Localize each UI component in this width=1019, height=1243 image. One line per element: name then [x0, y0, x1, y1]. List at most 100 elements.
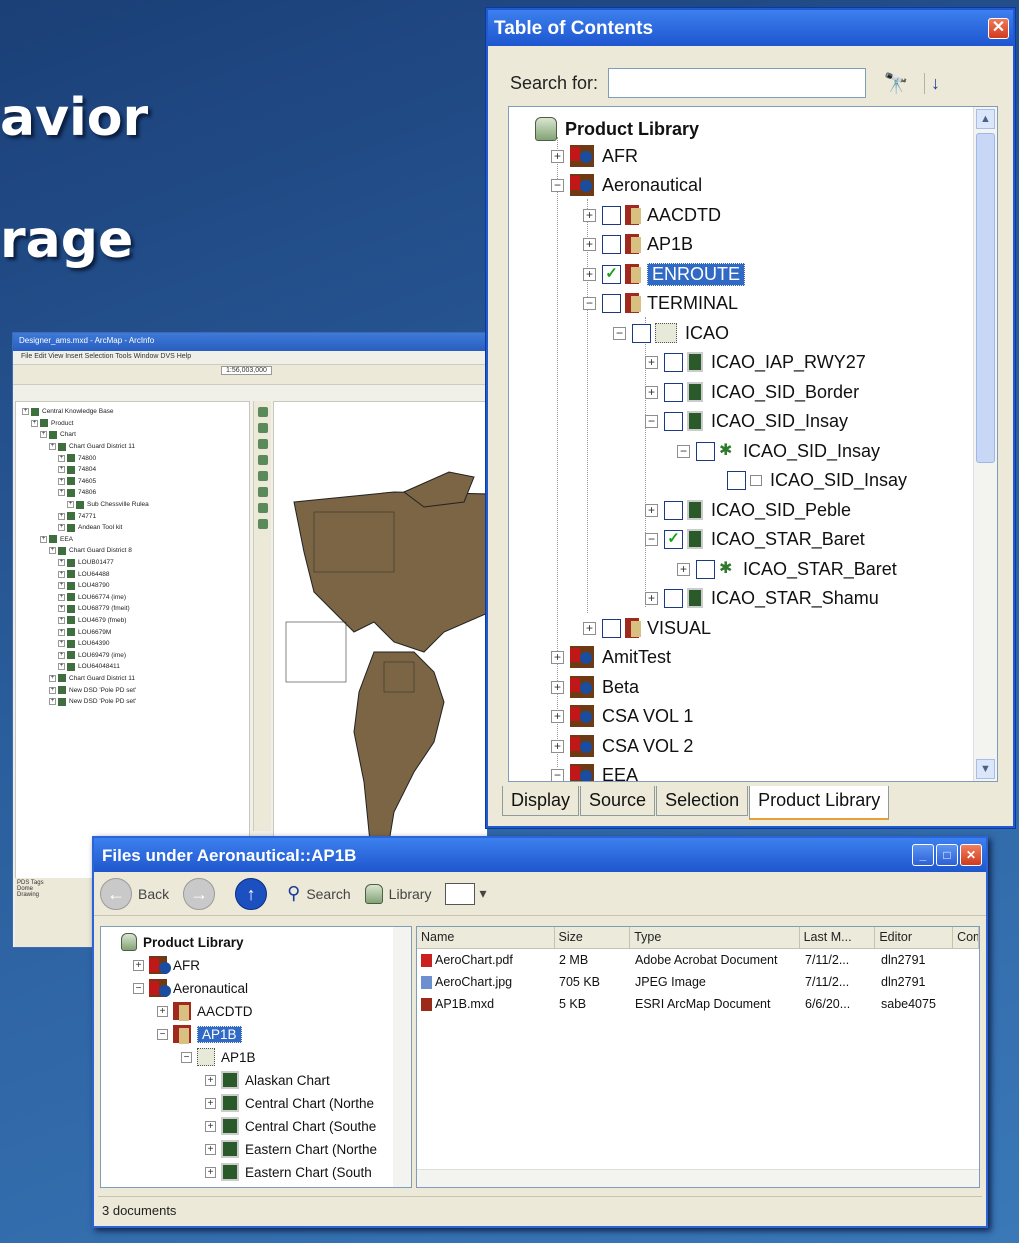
arcmap-tree-item[interactable]: + Chart Guard District 11 [22, 673, 249, 685]
tree-node-csa-vol-1[interactable]: + CSA VOL 1 [551, 702, 693, 730]
arcmap-tree-item[interactable]: + LOU69479 (ime) [22, 649, 249, 661]
files-tree-central-north[interactable]: + Central Chart (Northe [205, 1092, 374, 1114]
arcmap-tree-item[interactable]: + Chart [22, 429, 249, 441]
expand-icon[interactable]: + [58, 454, 65, 462]
tree-node-icao-sid-insay-sheet[interactable]: ICAO_SID_Insay [727, 466, 907, 494]
expand-icon[interactable]: + [133, 959, 144, 971]
arcmap-tree-item[interactable]: +74800 [22, 452, 249, 464]
maximize-icon[interactable]: □ [936, 844, 958, 866]
expand-icon[interactable]: + [205, 1074, 216, 1086]
arcmap-tree-item[interactable]: + LOU68779 (fmeit) [22, 603, 249, 615]
forward-button[interactable]: → [183, 877, 221, 910]
collapse-icon[interactable]: − [677, 444, 690, 458]
expand-icon[interactable]: + [157, 1005, 168, 1017]
scroll-thumb[interactable] [976, 133, 995, 463]
checkbox[interactable] [664, 411, 683, 431]
arcmap-tree-item[interactable]: + New DSD 'Pole PD set' [22, 684, 249, 696]
expand-icon[interactable]: + [551, 680, 564, 694]
binoculars-icon[interactable]: 🔭 [880, 71, 912, 96]
bottom-tab-3[interactable]: Drawing [17, 892, 103, 898]
library-button[interactable]: Library [364, 883, 431, 904]
tree-node-icao-sid-insay-instance[interactable]: − ✱ ICAO_SID_Insay [677, 437, 880, 465]
arcmap-tree-item[interactable]: + Product [22, 418, 249, 430]
vertical-scrollbar[interactable] [393, 927, 411, 1187]
expand-icon[interactable]: + [40, 431, 47, 439]
arcmap-tree-item[interactable]: + LOU64488 [22, 568, 249, 580]
tool-icon[interactable] [257, 407, 268, 417]
scroll-up-icon[interactable]: ▲ [976, 109, 995, 129]
tree-node-icao-sid-peble[interactable]: + ICAO_SID_Peble [645, 496, 851, 524]
arcmap-tree-item[interactable]: + EEA [22, 534, 249, 546]
views-button[interactable]: ▾ [445, 882, 487, 905]
checkbox[interactable] [664, 588, 683, 608]
collapse-icon[interactable]: − [157, 1028, 168, 1040]
expand-icon[interactable]: + [58, 477, 65, 485]
expand-icon[interactable]: + [58, 582, 65, 590]
expand-icon[interactable]: + [583, 621, 596, 635]
expand-icon[interactable]: + [40, 535, 47, 543]
arcmap-tree-item[interactable]: + New DSD 'Pole PD set' [22, 696, 249, 708]
expand-icon[interactable]: + [49, 547, 56, 555]
tool-icon[interactable] [257, 439, 268, 449]
expand-icon[interactable]: + [551, 650, 564, 664]
tool-icon[interactable] [257, 471, 268, 481]
collapse-icon[interactable]: − [583, 296, 596, 310]
arcmap-tree-item[interactable]: +74804 [22, 464, 249, 476]
tree-node-beta[interactable]: + Beta [551, 673, 639, 701]
expand-icon[interactable]: + [49, 698, 56, 706]
collapse-icon[interactable]: − [645, 414, 658, 428]
tree-node-csa-vol-2[interactable]: + CSA VOL 2 [551, 732, 693, 760]
checkbox[interactable] [602, 205, 621, 225]
collapse-icon[interactable]: − [181, 1051, 192, 1063]
arcmap-tree-item[interactable]: + Central Knowledge Base [22, 406, 249, 418]
checkbox[interactable] [664, 352, 683, 372]
expand-icon[interactable]: + [677, 562, 690, 576]
expand-icon[interactable]: + [205, 1166, 216, 1178]
arcmap-tree-item[interactable]: + Andean Tool kit [22, 522, 249, 534]
expand-icon[interactable]: + [22, 408, 29, 416]
files-tree-ap1b[interactable]: − AP1B [157, 1023, 242, 1045]
arcmap-tree-item[interactable]: + Chart Guard District 11 [22, 441, 249, 453]
files-tree-afr[interactable]: + AFR [133, 954, 200, 976]
up-button[interactable]: ↑ [235, 877, 273, 910]
files-tree-eastern-north[interactable]: + Eastern Chart (Northe [205, 1138, 377, 1160]
expand-icon[interactable]: + [58, 616, 65, 624]
back-button[interactable]: ← Back [100, 877, 169, 910]
expand-icon[interactable]: + [58, 559, 65, 567]
expand-icon[interactable]: + [205, 1120, 216, 1132]
column-last-modified[interactable]: Last M... [800, 927, 876, 948]
horizontal-scrollbar[interactable] [417, 1169, 979, 1187]
checkbox[interactable] [602, 293, 621, 313]
close-icon[interactable]: ✕ [988, 18, 1009, 39]
expand-icon[interactable]: + [58, 651, 65, 659]
collapse-icon[interactable]: − [551, 768, 564, 781]
tab-product-library[interactable]: Product Library [749, 786, 890, 820]
expand-icon[interactable]: + [49, 674, 56, 682]
minimize-icon[interactable]: _ [912, 844, 934, 866]
tree-node-product-library[interactable]: Product Library [535, 115, 699, 143]
collapse-icon[interactable]: − [613, 326, 626, 340]
expand-icon[interactable]: + [58, 524, 65, 532]
expand-icon[interactable]: + [645, 355, 658, 369]
tree-node-aacdtd[interactable]: + AACDTD [583, 201, 721, 229]
expand-icon[interactable]: + [58, 593, 65, 601]
tool-icon[interactable] [257, 519, 268, 529]
arcmap-tree-item[interactable]: +74605 [22, 476, 249, 488]
files-tree-aacdtd[interactable]: + AACDTD [157, 1000, 253, 1022]
arcmap-tree-item[interactable]: + Sub Chessville Rulea [22, 499, 249, 511]
files-tree-central-south[interactable]: + Central Chart (Southe [205, 1115, 376, 1137]
expand-icon[interactable]: + [583, 208, 596, 222]
expand-icon[interactable]: + [205, 1097, 216, 1109]
column-comment[interactable]: Com [953, 927, 979, 948]
files-tree-ap1b-child[interactable]: − AP1B [181, 1046, 256, 1068]
vertical-scrollbar[interactable]: ▲ ▼ [973, 107, 997, 781]
arcmap-tree-item[interactable]: + LOU66774 (ime) [22, 592, 249, 604]
tree-node-terminal[interactable]: − TERMINAL [583, 289, 738, 317]
arcmap-menu-bar[interactable]: File Edit View Insert Selection Tools Wi… [13, 351, 487, 365]
collapse-icon[interactable]: − [551, 178, 564, 192]
expand-icon[interactable]: + [58, 512, 65, 520]
tree-node-icao-star-shamu[interactable]: + ICAO_STAR_Shamu [645, 584, 879, 612]
checkbox-checked[interactable]: ✓ [602, 264, 621, 284]
arcmap-tree-item[interactable]: + LOUB01477 [22, 557, 249, 569]
column-name[interactable]: Name [417, 927, 555, 948]
